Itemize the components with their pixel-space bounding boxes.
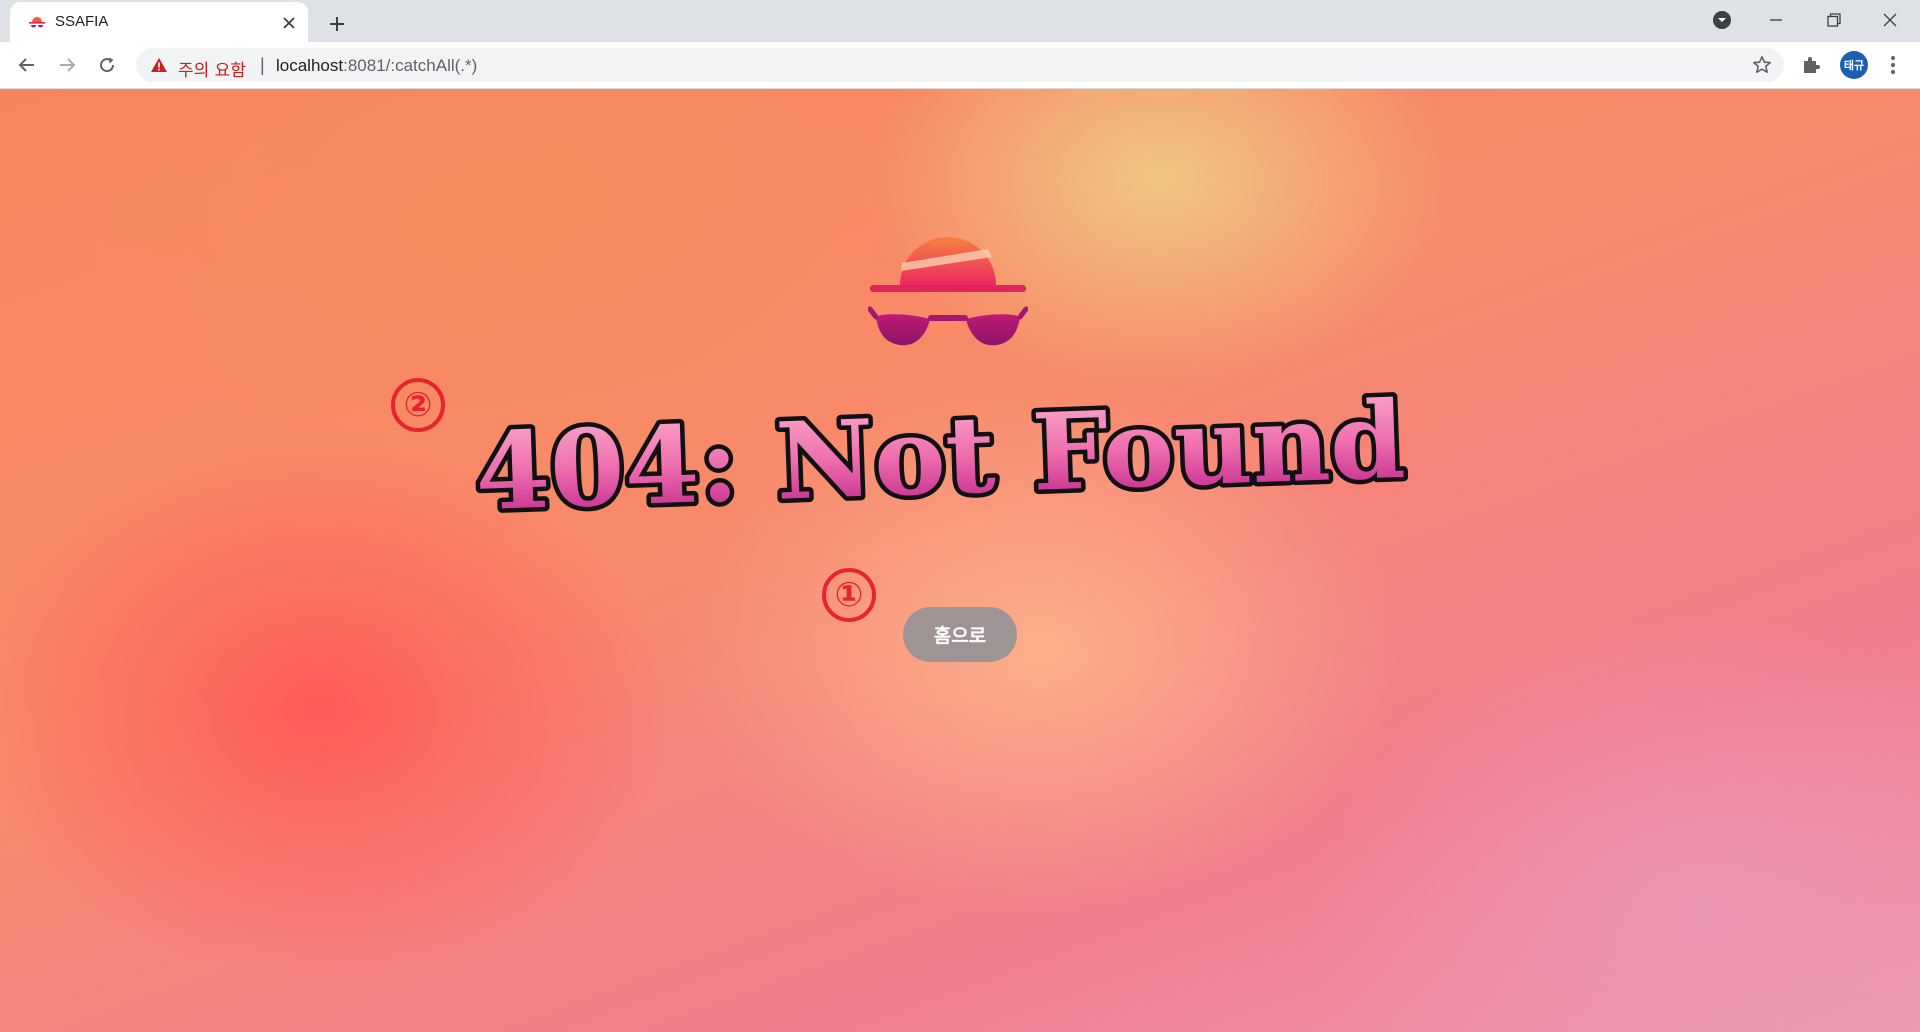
forward-arrow-icon[interactable] — [52, 50, 82, 80]
tab-close-icon[interactable] — [280, 14, 298, 32]
url-path: :8081/:catchAll(.*) — [343, 56, 478, 75]
browser-toolbar: 주의 요함 | localhost:8081/:catchAll(.*) 태규 — [0, 42, 1920, 89]
profile-avatar[interactable]: 태규 — [1840, 51, 1868, 79]
minimize-icon[interactable] — [1748, 0, 1804, 40]
security-warning-label[interactable]: 주의 요함 — [178, 56, 246, 81]
restore-icon[interactable] — [1806, 0, 1862, 40]
extensions-puzzle-icon[interactable] — [1800, 54, 1822, 76]
new-tab-plus-icon[interactable] — [324, 11, 350, 37]
url-text[interactable]: localhost:8081/:catchAll(.*) — [276, 56, 477, 76]
ssafia-logo-hat-glasses-icon — [868, 237, 1028, 346]
bookmark-star-icon[interactable] — [1752, 55, 1772, 75]
browser-tab[interactable]: SSAFIA — [10, 2, 308, 42]
heading-404-wrapper: 404: Not Found — [469, 389, 1412, 519]
ssafia-favicon-icon — [29, 17, 45, 28]
tab-title: SSAFIA — [55, 13, 109, 30]
omnibox-separator: | — [260, 55, 265, 75]
page-heading: 404: Not Found — [473, 389, 1407, 519]
tab-search-icon[interactable] — [1694, 0, 1750, 40]
reload-icon[interactable] — [92, 50, 122, 80]
warning-triangle-icon — [151, 58, 167, 72]
url-host: localhost — [276, 56, 344, 75]
page-viewport: ② 404: Not Found ① 홈으로 — [0, 89, 1920, 1032]
address-bar[interactable]: 주의 요함 | localhost:8081/:catchAll(.*) — [136, 48, 1784, 82]
annotation-marker-2: ② — [391, 378, 445, 432]
home-button[interactable]: 홈으로 — [903, 607, 1017, 662]
annotation-marker-1: ① — [822, 568, 876, 622]
close-window-icon[interactable] — [1862, 0, 1918, 40]
tab-strip: SSAFIA — [0, 0, 1920, 42]
back-arrow-icon[interactable] — [12, 50, 42, 80]
kebab-menu-icon[interactable] — [1880, 52, 1906, 78]
